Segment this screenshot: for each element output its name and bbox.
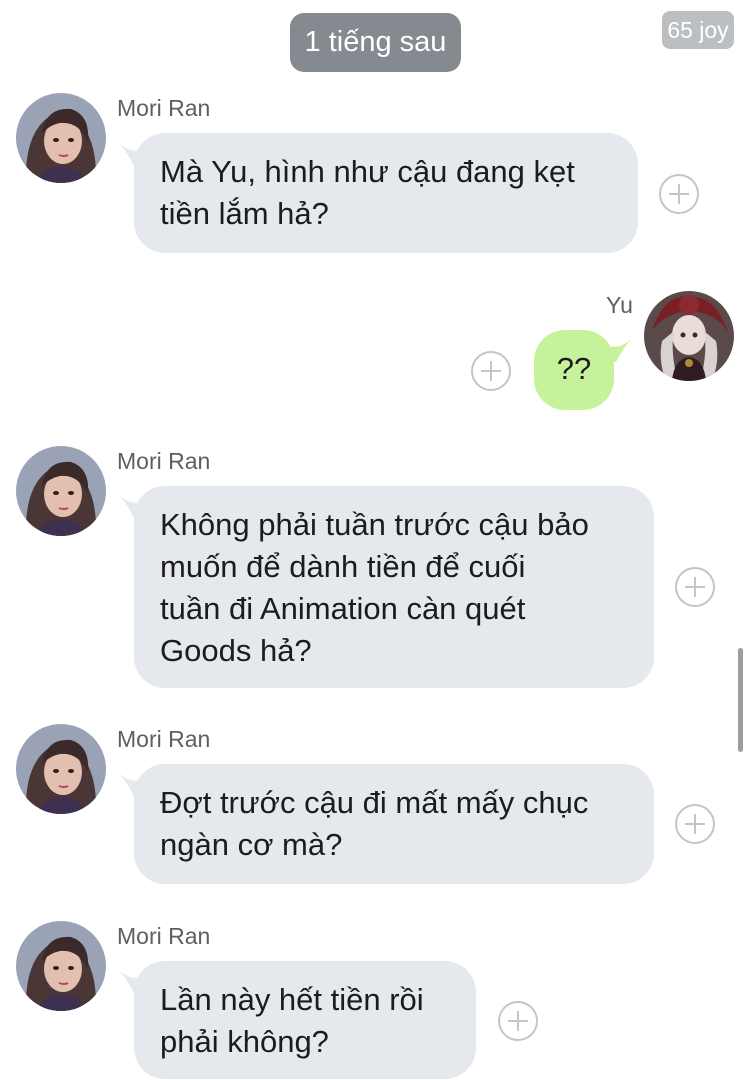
add-reaction-button[interactable] — [675, 804, 715, 844]
message-text-line: Lần này hết tiền rồi phải không? — [160, 982, 424, 1059]
avatar-doll-image — [644, 291, 734, 381]
add-reaction-button[interactable] — [675, 567, 715, 607]
watermark: 65 joy — [662, 11, 734, 49]
avatar-mori-ran[interactable] — [16, 93, 106, 183]
message-bubble[interactable]: Mà Yu, hình như cậu đang kẹt tiền lắm hả? — [134, 133, 638, 253]
avatar-mori-ran[interactable] — [16, 446, 106, 536]
add-reaction-button[interactable] — [471, 351, 511, 391]
chat-screen: 1 tiếng sau 65 joy Mori Ran Mà Yu, hình … — [0, 0, 750, 1080]
message-bubble[interactable]: Lần này hết tiền rồi phải không? — [134, 961, 476, 1079]
avatar-girl-image — [16, 921, 106, 1011]
message-text-line: ?? — [556, 351, 592, 386]
message-text-line: Đợt trước cậu đi mất mấy chục ngàn cơ mà? — [160, 785, 589, 862]
time-divider: 1 tiếng sau — [290, 13, 461, 72]
avatar-girl-image — [16, 93, 106, 183]
add-reaction-button[interactable] — [659, 174, 699, 214]
message-bubble[interactable]: Không phải tuần trước cậu bảo muốn để dàn… — [134, 486, 654, 688]
scrollbar[interactable] — [738, 648, 743, 752]
message-text-line: Không phải tuần trước cậu bảo muốn để dàn… — [160, 507, 589, 668]
message-text-line: Mà Yu, hình như cậu đang kẹt tiền lắm hả? — [160, 154, 575, 231]
add-reaction-button[interactable] — [498, 1001, 538, 1041]
avatar-yu[interactable] — [644, 291, 734, 381]
avatar-mori-ran[interactable] — [16, 724, 106, 814]
sender-name: Mori Ran — [117, 448, 211, 474]
avatar-girl-image — [16, 446, 106, 536]
sender-name: Mori Ran — [117, 923, 211, 949]
avatar-mori-ran[interactable] — [16, 921, 106, 1011]
sender-name: Yu — [606, 292, 633, 318]
message-bubble[interactable]: Đợt trước cậu đi mất mấy chục ngàn cơ mà? — [134, 764, 654, 884]
bubble-tail — [600, 336, 634, 362]
sender-name: Mori Ran — [117, 95, 211, 121]
sender-name: Mori Ran — [117, 726, 211, 752]
avatar-girl-image — [16, 724, 106, 814]
